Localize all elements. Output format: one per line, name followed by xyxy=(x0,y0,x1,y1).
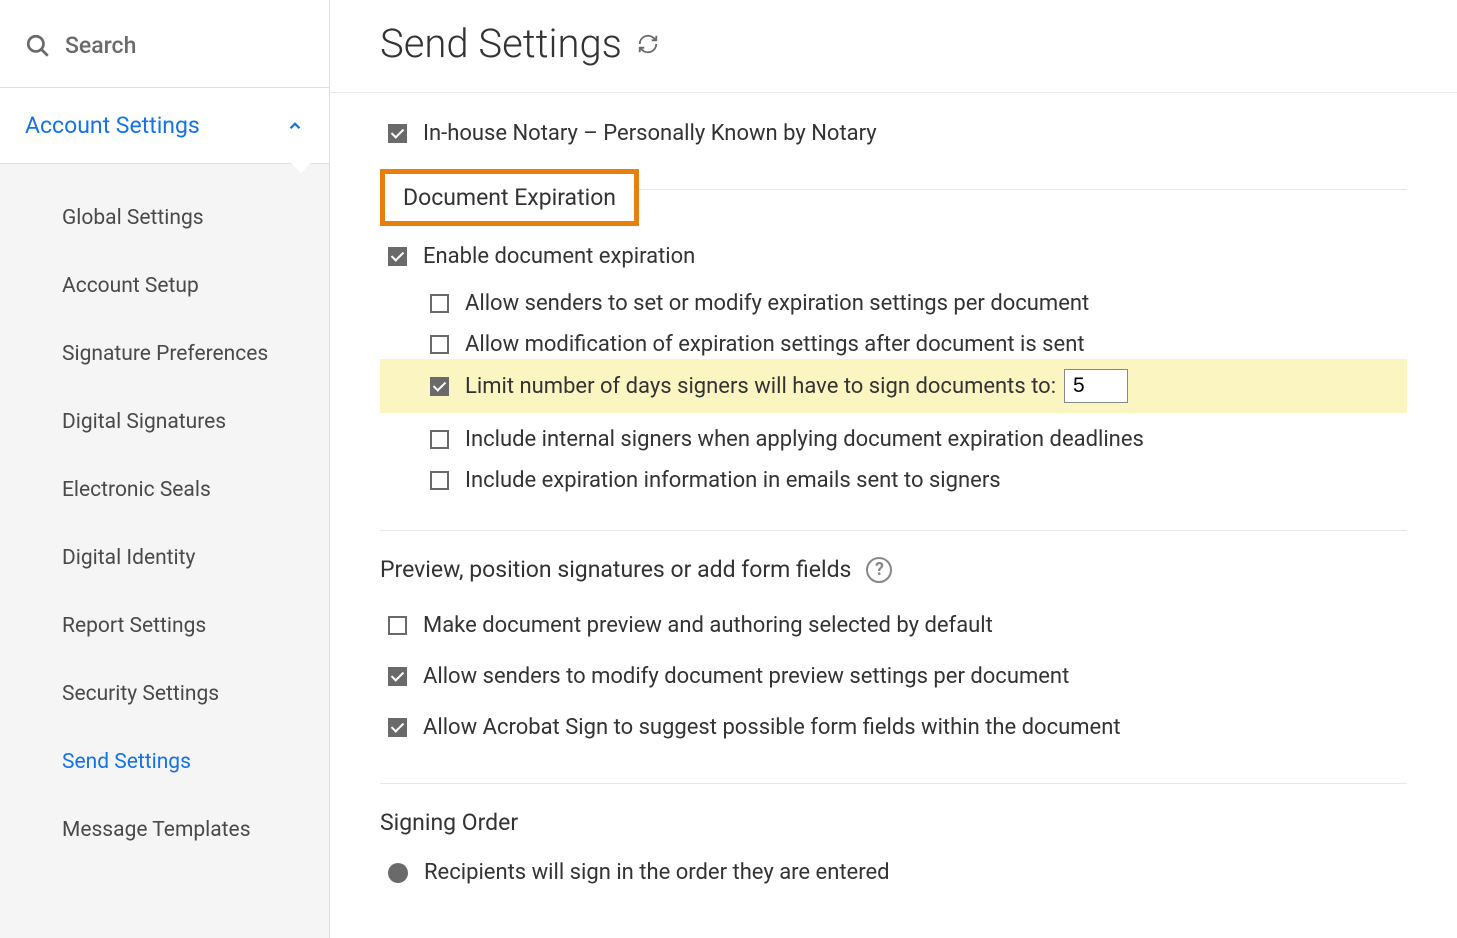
include-internal-label: Include internal signers when applying d… xyxy=(465,427,1144,452)
allow-modify-preview-label: Allow senders to modify document preview… xyxy=(423,664,1069,689)
page-title: Send Settings xyxy=(380,20,622,67)
search-placeholder: Search xyxy=(65,32,136,59)
notary-checkbox[interactable] xyxy=(388,124,407,143)
sidebar-item-signature-preferences[interactable]: Signature Preferences xyxy=(0,320,329,388)
allow-modification-checkbox[interactable] xyxy=(430,335,449,354)
signing-order-heading: Signing Order xyxy=(380,809,518,836)
include-internal-row: Include internal signers when applying d… xyxy=(380,413,1407,454)
make-default-checkbox[interactable] xyxy=(388,616,407,635)
sidebar-item-electronic-seals[interactable]: Electronic Seals xyxy=(0,456,329,524)
limit-days-input[interactable] xyxy=(1064,369,1128,403)
enable-expiration-label: Enable document expiration xyxy=(423,244,695,269)
allow-modification-label: Allow modification of expiration setting… xyxy=(465,332,1085,357)
main-content: Send Settings In-house Notary – Personal… xyxy=(330,0,1457,938)
sidebar-item-send-settings[interactable]: Send Settings xyxy=(0,728,329,796)
sidebar-item-digital-identity[interactable]: Digital Identity xyxy=(0,524,329,592)
allow-modify-preview-checkbox[interactable] xyxy=(388,667,407,686)
help-icon[interactable]: ? xyxy=(866,557,892,583)
sidebar: Search Account Settings Global Settings … xyxy=(0,0,330,938)
page-header: Send Settings xyxy=(330,0,1457,93)
chevron-up-icon xyxy=(286,117,304,135)
search-icon xyxy=(25,33,51,59)
allow-suggest-row: Allow Acrobat Sign to suggest possible f… xyxy=(380,697,1407,748)
search-box[interactable]: Search xyxy=(0,0,329,88)
recipients-order-row: Recipients will sign in the order they a… xyxy=(380,848,1407,893)
enable-expiration-checkbox[interactable] xyxy=(388,247,407,266)
account-settings-label: Account Settings xyxy=(25,112,200,139)
limit-days-checkbox[interactable] xyxy=(430,377,449,396)
sidebar-item-message-templates[interactable]: Message Templates xyxy=(0,796,329,864)
include-expiration-label: Include expiration information in emails… xyxy=(465,468,1001,493)
make-default-row: Make document preview and authoring sele… xyxy=(380,595,1407,646)
nav-menu: Global Settings Account Setup Signature … xyxy=(0,164,329,938)
account-settings-toggle[interactable]: Account Settings xyxy=(0,88,329,164)
recipients-order-radio[interactable] xyxy=(388,863,408,883)
enable-expiration-row: Enable document expiration xyxy=(380,226,1407,277)
recipients-order-label: Recipients will sign in the order they a… xyxy=(424,860,890,885)
signing-order-heading-row: Signing Order xyxy=(380,784,1407,848)
sidebar-item-digital-signatures[interactable]: Digital Signatures xyxy=(0,388,329,456)
allow-senders-checkbox[interactable] xyxy=(430,294,449,313)
sidebar-item-account-setup[interactable]: Account Setup xyxy=(0,252,329,320)
allow-senders-label: Allow senders to set or modify expiratio… xyxy=(465,291,1089,316)
notary-option-row: In-house Notary – Personally Known by No… xyxy=(380,103,1407,154)
allow-senders-row: Allow senders to set or modify expiratio… xyxy=(380,277,1407,318)
preview-heading: Preview, position signatures or add form… xyxy=(380,556,851,583)
allow-suggest-label: Allow Acrobat Sign to suggest possible f… xyxy=(423,715,1121,740)
limit-days-label: Limit number of days signers will have t… xyxy=(465,374,1056,399)
include-internal-checkbox[interactable] xyxy=(430,430,449,449)
sidebar-item-global-settings[interactable]: Global Settings xyxy=(0,184,329,252)
include-expiration-row: Include expiration information in emails… xyxy=(380,454,1407,495)
allow-modification-row: Allow modification of expiration setting… xyxy=(380,318,1407,359)
limit-days-row: Limit number of days signers will have t… xyxy=(380,359,1407,413)
allow-suggest-checkbox[interactable] xyxy=(388,718,407,737)
refresh-icon[interactable] xyxy=(637,33,659,55)
make-default-label: Make document preview and authoring sele… xyxy=(423,613,993,638)
include-expiration-checkbox[interactable] xyxy=(430,471,449,490)
document-expiration-heading-box: Document Expiration xyxy=(380,169,639,226)
sidebar-item-report-settings[interactable]: Report Settings xyxy=(0,592,329,660)
allow-modify-preview-row: Allow senders to modify document preview… xyxy=(380,646,1407,697)
notary-label: In-house Notary – Personally Known by No… xyxy=(423,121,877,146)
document-expiration-heading: Document Expiration xyxy=(403,184,616,211)
sidebar-item-security-settings[interactable]: Security Settings xyxy=(0,660,329,728)
preview-heading-row: Preview, position signatures or add form… xyxy=(380,531,1407,595)
